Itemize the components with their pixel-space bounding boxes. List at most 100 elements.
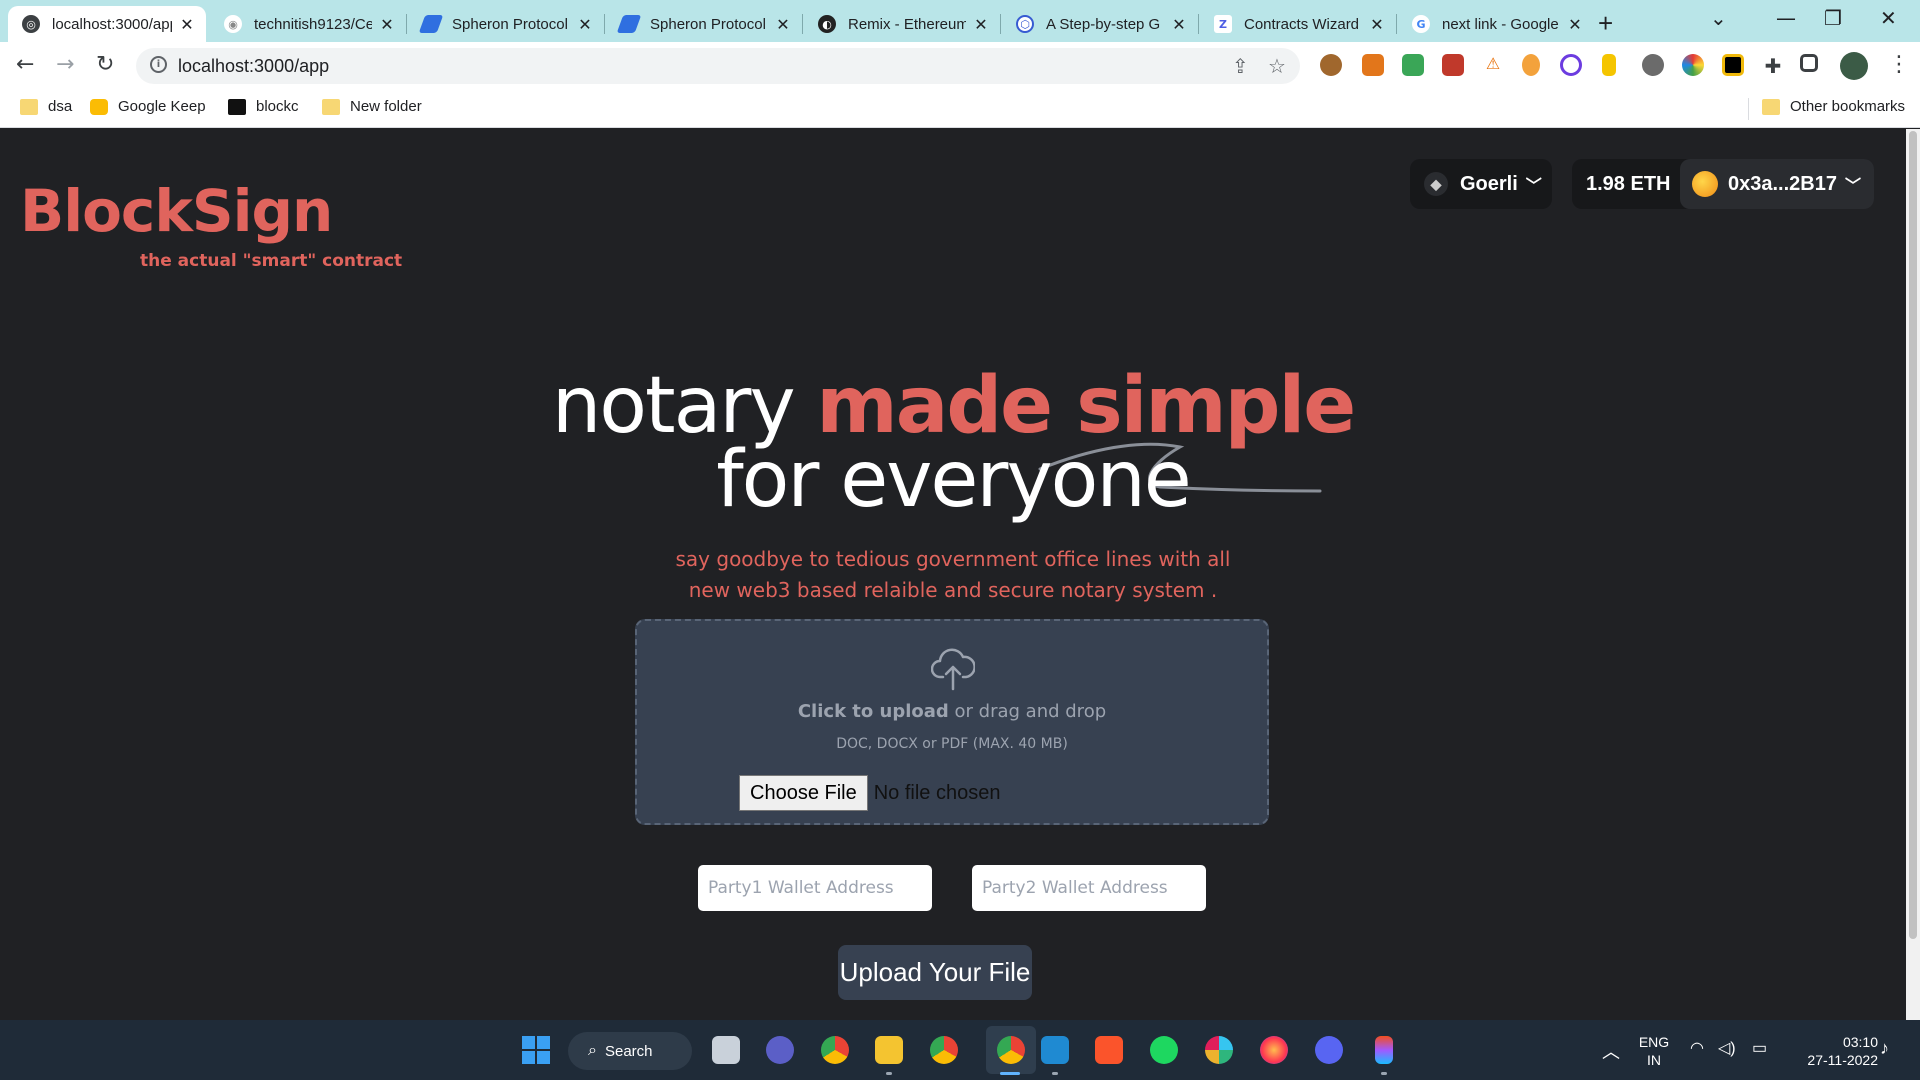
close-icon[interactable]: ✕ [1368, 15, 1386, 34]
windows-start-icon[interactable] [522, 1036, 550, 1064]
chrome-icon[interactable] [821, 1036, 849, 1064]
tab-step-by-step[interactable]: ⬡ A Step-by-step G ✕ [1002, 6, 1198, 42]
firefox-icon[interactable] [1260, 1036, 1288, 1064]
cookie-extension-icon[interactable] [1320, 54, 1342, 76]
wifi-icon[interactable]: ◠ [1690, 1038, 1704, 1058]
language-indicator[interactable]: ENG IN [1636, 1033, 1672, 1069]
volume-icon[interactable]: ◁) [1718, 1038, 1736, 1058]
extension-icon[interactable] [1402, 54, 1424, 76]
extension-icon[interactable] [1602, 54, 1616, 76]
close-window-icon[interactable]: ✕ [1880, 6, 1897, 30]
restore-icon[interactable]: ❐ [1824, 6, 1842, 30]
spotify-icon[interactable] [1150, 1036, 1178, 1064]
hero-subtitle: say goodbye to tedious government office… [0, 544, 1906, 606]
bookmark-new-folder[interactable]: New folder [322, 98, 422, 115]
close-icon[interactable]: ✕ [576, 15, 594, 34]
close-icon[interactable]: ✕ [774, 15, 792, 34]
discord-icon[interactable] [1315, 1036, 1343, 1064]
bookmark-google-keep[interactable]: Google Keep [90, 98, 206, 115]
tab-title: Spheron Protocol [452, 15, 568, 33]
party2-wallet-input[interactable] [972, 865, 1206, 911]
notification-bell-icon[interactable]: ♪ [1880, 1038, 1889, 1059]
close-icon[interactable]: ✕ [1566, 15, 1584, 34]
chrome-icon[interactable] [997, 1036, 1025, 1064]
side-panel-icon[interactable] [1800, 54, 1818, 72]
upload-file-button[interactable]: Upload Your File [838, 945, 1032, 1000]
tab-title: localhost:3000/app [52, 15, 172, 33]
tab-remix[interactable]: ◐ Remix - Ethereum ✕ [804, 6, 1000, 42]
tab-spheron-1[interactable]: Spheron Protocol ✕ [408, 6, 604, 42]
close-icon[interactable]: ✕ [1170, 15, 1188, 34]
vscode-icon[interactable] [1041, 1036, 1069, 1064]
address-bar[interactable]: i localhost:3000/app ⇪ ☆ [136, 48, 1300, 84]
tab-title: next link - Google [1442, 15, 1559, 33]
browser-toolbar: ← → ↻ i localhost:3000/app ⇪ ☆ ⚠ ✚ ⋮ [0, 42, 1920, 90]
tab-google[interactable]: G next link - Google ✕ [1398, 6, 1594, 42]
extension-icon[interactable] [1722, 54, 1744, 76]
file-input[interactable]: Choose File No file chosen [739, 775, 1000, 811]
party1-wallet-input[interactable] [698, 865, 932, 911]
site-info-icon[interactable]: i [150, 56, 167, 73]
tab-contracts-wizard[interactable]: Z Contracts Wizard ✕ [1200, 6, 1396, 42]
extension-icon[interactable] [1642, 54, 1664, 76]
close-icon[interactable]: ✕ [378, 15, 396, 34]
file-dropzone[interactable]: Click to upload or drag and drop DOC, DO… [635, 619, 1269, 825]
new-tab-button[interactable]: + [1598, 8, 1613, 39]
tab-spheron-2[interactable]: Spheron Protocol ✕ [606, 6, 802, 42]
page-scrollbar[interactable] [1906, 129, 1920, 1020]
back-arrow-icon[interactable]: ← [16, 52, 34, 77]
eth-balance[interactable]: 1.98 ETH [1572, 173, 1682, 196]
account-button[interactable]: 0x3a...2B17 ﹀ [1680, 159, 1874, 209]
clock[interactable]: 03:10 27-11-2022 [1788, 1033, 1878, 1069]
slack-icon[interactable] [1205, 1036, 1233, 1064]
choose-file-button[interactable]: Choose File [739, 775, 868, 811]
metamask-icon[interactable] [1362, 54, 1384, 76]
brave-icon[interactable] [1095, 1036, 1123, 1064]
close-icon[interactable]: ✕ [972, 15, 990, 34]
bookmark-dsa[interactable]: dsa [20, 98, 72, 115]
extension-icon[interactable]: ⚠ [1482, 54, 1504, 76]
subtitle-line-1: say goodbye to tedious government office… [675, 547, 1231, 571]
reload-icon[interactable]: ↻ [96, 52, 114, 77]
tab-search-chevron-icon[interactable]: ⌄ [1710, 6, 1727, 30]
extension-icon[interactable] [1682, 54, 1704, 76]
forward-arrow-icon[interactable]: → [56, 52, 74, 77]
profile-avatar[interactable] [1840, 52, 1868, 80]
bookmark-star-icon[interactable]: ☆ [1268, 54, 1286, 78]
more-menu-icon[interactable]: ⋮ [1888, 52, 1910, 77]
share-icon[interactable]: ⇪ [1232, 54, 1249, 78]
chrome-icon[interactable] [930, 1036, 958, 1064]
tab-localhost[interactable]: ◎ localhost:3000/app ✕ [8, 6, 206, 42]
teams-chat-icon[interactable] [766, 1036, 794, 1064]
minimize-icon[interactable]: — [1776, 6, 1796, 30]
close-icon[interactable]: ✕ [178, 15, 196, 34]
tab-title: Spheron Protocol [650, 15, 766, 33]
chain-icon: ⬡ [1016, 15, 1034, 33]
account-avatar-icon [1692, 171, 1718, 197]
figma-icon[interactable] [1375, 1036, 1393, 1064]
tray-chevron-up-icon[interactable]: ︿ [1602, 1038, 1620, 1064]
tab-title: technitish9123/Ce [254, 15, 372, 33]
extension-icon[interactable] [1442, 54, 1464, 76]
taskbar-search[interactable]: ⌕ Search [568, 1032, 692, 1070]
bookmark-blockc[interactable]: blockc [228, 98, 299, 115]
cloud-upload-icon [931, 648, 975, 691]
file-explorer-icon[interactable] [875, 1036, 903, 1064]
github-icon: ◉ [224, 15, 242, 33]
url-text[interactable]: localhost:3000/app [178, 56, 329, 77]
click-to-upload-label: Click to upload [797, 701, 949, 722]
tab-title: Contracts Wizard [1244, 15, 1360, 33]
puzzle-icon[interactable]: ✚ [1762, 54, 1784, 78]
chevron-down-icon: ﹀ [1525, 178, 1542, 195]
tab-divider [604, 14, 605, 34]
bookmarks-bar: dsa Google Keep blockc New folder Other … [0, 90, 1920, 128]
task-view-icon[interactable] [712, 1036, 740, 1064]
other-bookmarks[interactable]: Other bookmarks [1762, 98, 1905, 115]
brand-logo[interactable]: BlockSign [20, 177, 333, 245]
scrollbar-thumb[interactable] [1909, 131, 1917, 939]
battery-icon[interactable]: ▭ [1752, 1038, 1767, 1058]
network-selector[interactable]: ◆ Goerli ﹀ [1410, 159, 1552, 209]
tab-github[interactable]: ◉ technitish9123/Ce ✕ [210, 6, 406, 42]
extension-icon[interactable] [1560, 54, 1582, 76]
extension-icon[interactable] [1522, 54, 1540, 76]
